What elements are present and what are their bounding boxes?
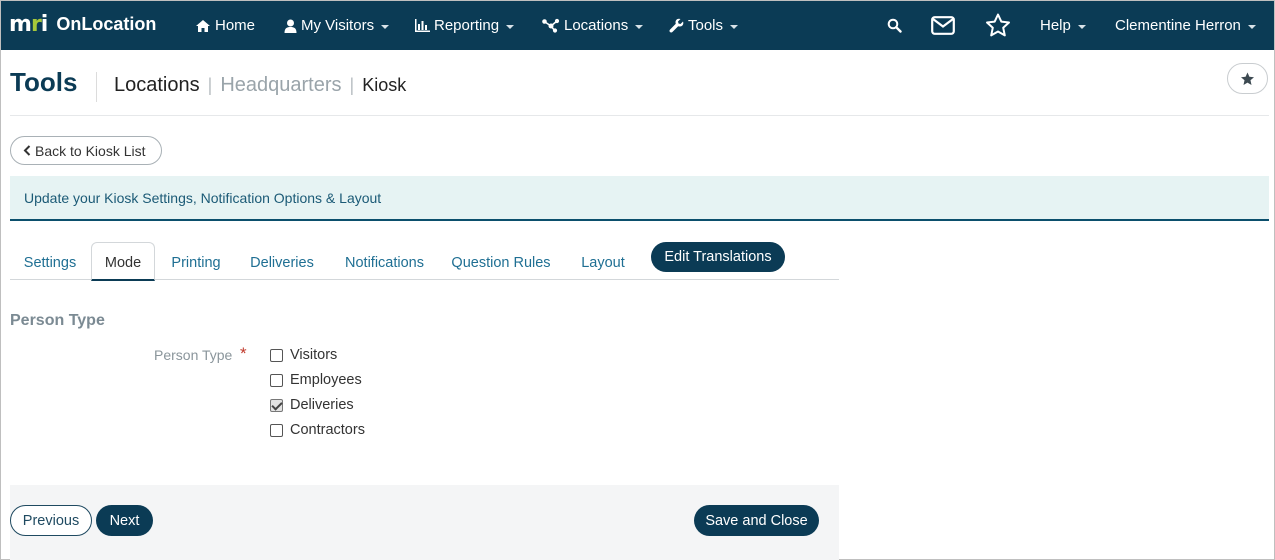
nav-reporting-label: Reporting <box>434 17 500 34</box>
checkbox-label: Employees <box>290 372 362 388</box>
breadcrumb: Locations | Headquarters | Kiosk <box>114 74 406 97</box>
checkbox-box[interactable] <box>270 373 283 387</box>
search-icon <box>887 18 902 33</box>
page-title: Tools <box>10 67 78 97</box>
next-button[interactable]: Next <box>96 505 153 536</box>
chevron-down-icon <box>730 24 739 29</box>
required-indicator: * <box>240 344 247 363</box>
back-button-label: Back to Kiosk List <box>35 142 146 159</box>
checkbox-box[interactable] <box>270 423 283 437</box>
nav-home[interactable]: Home <box>195 1 255 50</box>
chevron-down-icon <box>1077 24 1086 29</box>
network-icon <box>542 18 560 33</box>
nav-locations[interactable]: Locations <box>541 1 644 50</box>
wrench-icon <box>669 18 684 33</box>
nav-reporting[interactable]: Reporting <box>415 1 515 50</box>
tab-printing[interactable]: Printing <box>162 242 230 280</box>
person-type-label: Person Type <box>154 347 233 363</box>
checkbox-employees[interactable]: Employees <box>270 372 362 388</box>
user-name: Clementine Herron <box>1115 17 1241 34</box>
mri-logo-mark: mri <box>9 12 48 37</box>
add-favorite-button[interactable] <box>1227 63 1268 94</box>
chevron-down-icon <box>635 24 644 29</box>
checkbox-label: Deliveries <box>290 397 354 413</box>
breadcrumb-kiosk: Kiosk <box>362 75 407 95</box>
tab-settings[interactable]: Settings <box>10 242 90 280</box>
home-icon <box>196 19 210 32</box>
chevron-down-icon <box>1247 24 1256 29</box>
favorites-button[interactable] <box>985 1 1015 50</box>
nav-my-visitors-label: My Visitors <box>301 17 375 34</box>
breadcrumb-separator: | <box>349 75 355 95</box>
nav-tools-label: Tools <box>688 17 724 34</box>
back-to-kiosk-list-button[interactable]: Back to Kiosk List <box>10 136 162 165</box>
section-title: Person Type <box>10 312 105 329</box>
breadcrumb-separator: | <box>207 75 213 95</box>
nav-locations-label: Locations <box>564 17 629 34</box>
tab-mode[interactable]: Mode <box>91 242 155 281</box>
star-icon <box>1241 72 1254 85</box>
nav-home-label: Home <box>215 17 256 34</box>
envelope-icon <box>931 16 955 35</box>
nav-help-label: Help <box>1040 17 1071 34</box>
checkbox-deliveries[interactable]: Deliveries <box>270 397 354 413</box>
edit-translations-button[interactable]: Edit Translations <box>651 242 785 272</box>
checkbox-label: Contractors <box>290 422 365 438</box>
brand-name: OnLocation <box>56 14 157 34</box>
search-button[interactable] <box>887 1 906 50</box>
chevron-left-icon <box>23 145 31 156</box>
tab-question-rules[interactable]: Question Rules <box>446 242 556 280</box>
header-divider <box>10 115 1269 116</box>
save-and-close-button[interactable]: Save and Close <box>694 505 819 536</box>
breadcrumb-headquarters[interactable]: Headquarters <box>220 74 341 97</box>
tab-notifications[interactable]: Notifications <box>335 242 434 280</box>
breadcrumb-locations[interactable]: Locations <box>114 74 200 97</box>
tab-layout[interactable]: Layout <box>572 242 634 280</box>
kiosk-tabs: Settings Mode Printing Deliveries Notifi… <box>10 242 839 281</box>
nav-tools[interactable]: Tools <box>669 1 739 50</box>
star-outline-icon <box>986 13 1010 37</box>
checkbox-visitors[interactable]: Visitors <box>270 347 337 363</box>
previous-button[interactable]: Previous <box>10 505 92 536</box>
title-divider <box>96 72 97 102</box>
nav-my-visitors[interactable]: My Visitors <box>284 1 390 50</box>
info-banner-text: Update your Kiosk Settings, Notification… <box>24 189 382 206</box>
chevron-down-icon <box>381 24 390 29</box>
nav-help[interactable]: Help <box>1040 1 1086 50</box>
tab-deliveries[interactable]: Deliveries <box>241 242 323 280</box>
user-menu[interactable]: Clementine Herron <box>1115 1 1256 50</box>
checkbox-label: Visitors <box>290 347 338 363</box>
user-icon <box>284 19 297 33</box>
brand-logo[interactable]: mri OnLocation <box>9 1 156 48</box>
checkbox-box-checked[interactable] <box>270 398 283 412</box>
bar-chart-icon <box>415 19 430 32</box>
checkbox-contractors[interactable]: Contractors <box>270 422 365 438</box>
checkbox-box[interactable] <box>270 348 283 362</box>
messages-button[interactable] <box>931 1 959 50</box>
chevron-down-icon <box>506 24 515 29</box>
info-banner: Update your Kiosk Settings, Notification… <box>10 176 1269 221</box>
top-navbar: mri OnLocation Home My Visitors Reportin… <box>1 1 1274 50</box>
